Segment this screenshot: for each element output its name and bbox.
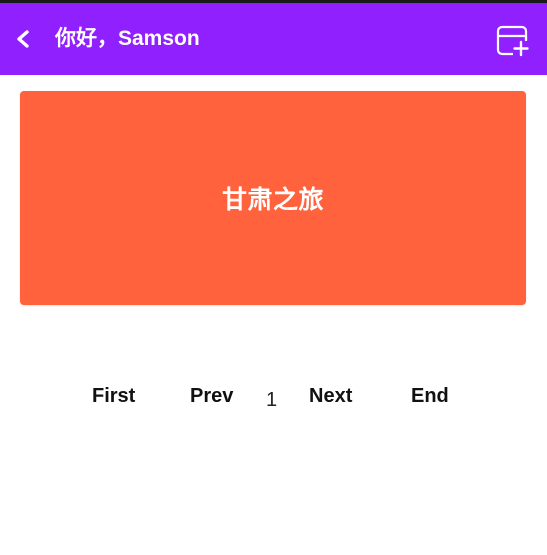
next-page-button[interactable]: Next	[309, 380, 352, 412]
add-board-icon	[496, 25, 529, 57]
greeting-title: 你好，Samson	[55, 27, 200, 50]
back-button[interactable]	[10, 23, 36, 55]
pagination: First Prev 1 Next End	[0, 380, 547, 420]
app-bar: 你好，Samson	[0, 3, 547, 75]
page: 你好，Samson 甘肃之旅 First Prev 1 Next End	[0, 0, 547, 555]
end-page-button[interactable]: End	[411, 380, 449, 412]
first-page-button[interactable]: First	[92, 380, 135, 412]
trip-card-title: 甘肃之旅	[221, 186, 324, 214]
prev-page-button[interactable]: Prev	[190, 380, 233, 412]
back-arrow-icon	[17, 30, 29, 48]
add-board-button[interactable]	[496, 25, 530, 57]
trip-card[interactable]: 甘肃之旅	[20, 91, 526, 305]
current-page-number: 1	[266, 389, 278, 411]
